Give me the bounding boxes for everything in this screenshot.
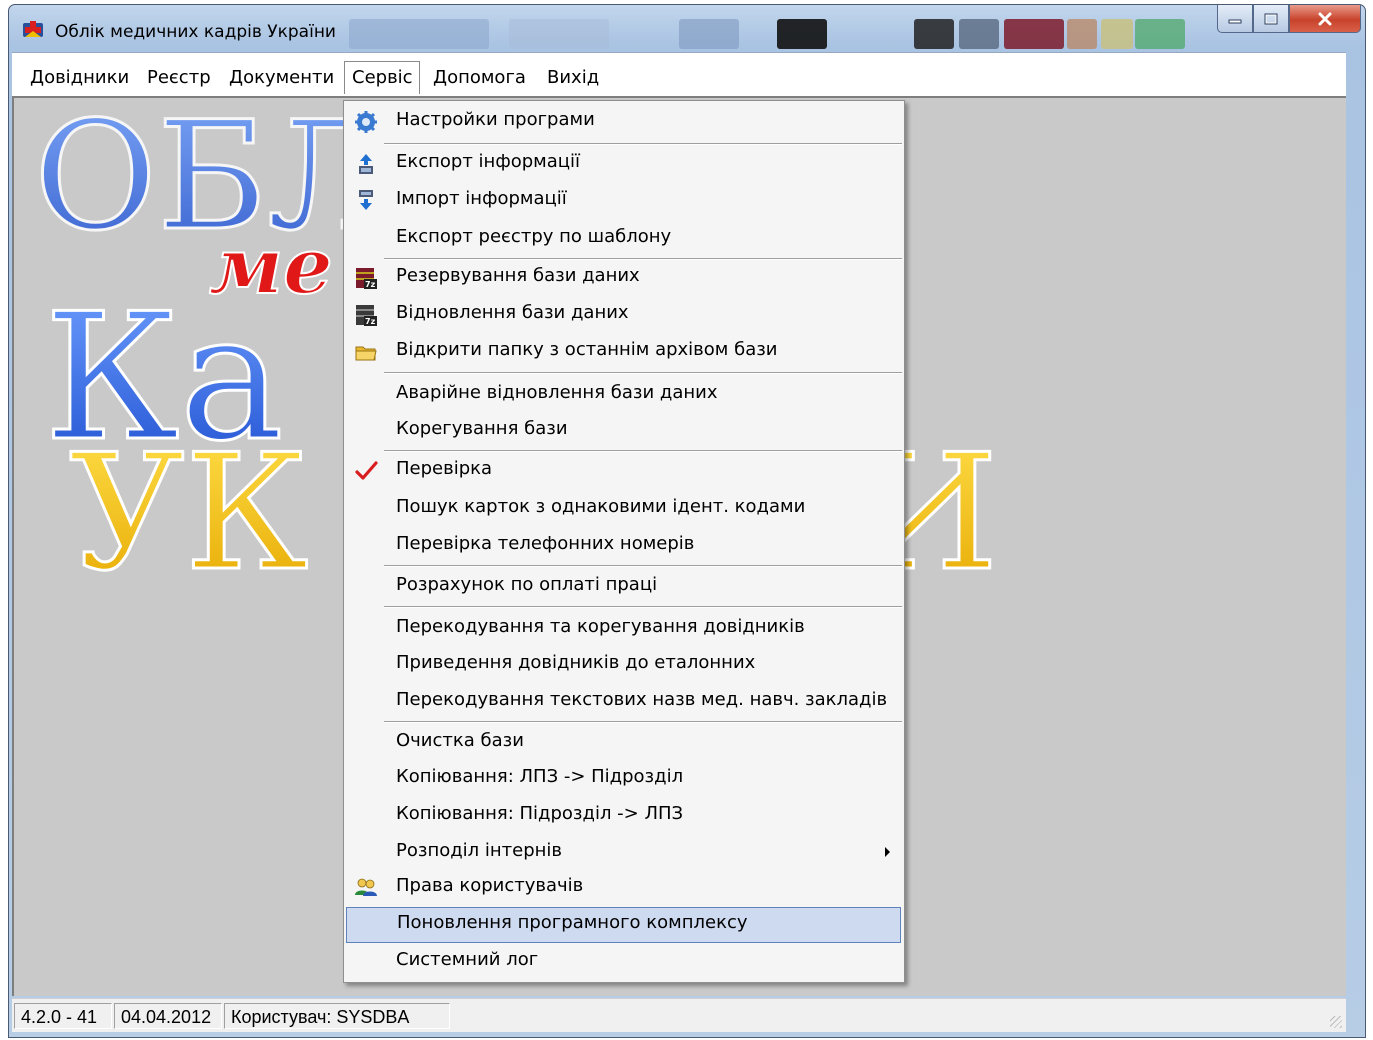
menuitem-label: Перекодування текстових назв мед. навч. … xyxy=(396,689,888,710)
status-date: 04.04.2012 xyxy=(114,1003,222,1029)
svg-text:7z: 7z xyxy=(365,280,376,289)
submenu-arrow-icon xyxy=(885,847,890,857)
menu-separator xyxy=(384,372,902,374)
menuitem-distribute-interns[interactable]: Розподіл інтернів xyxy=(344,835,904,869)
menuitem-label: Розрахунок по оплаті праці xyxy=(396,574,658,595)
logo-line-3: Ка xyxy=(44,277,284,480)
titlebar-background-blur xyxy=(509,19,609,49)
menuitem-label: Перевірка телефонних номерів xyxy=(396,533,695,554)
menuitem-restore-db[interactable]: 7z Відновлення бази даних xyxy=(344,297,904,331)
menuitem-find-duplicate-codes[interactable]: Пошук карток з однаковими ідент. кодами xyxy=(344,491,904,525)
titlebar-background-blur xyxy=(1004,19,1064,49)
minimize-icon xyxy=(1228,19,1242,23)
menu-bar: Довідники Реєстр Документи Сервіс Допомо… xyxy=(12,52,1346,96)
titlebar-background-blur xyxy=(959,19,999,49)
menuitem-label: Права користувачів xyxy=(396,875,584,896)
menuitem-label: Відновлення бази даних xyxy=(396,302,629,323)
menuitem-label: Настройки програми xyxy=(396,109,595,130)
menuitem-copy-subdivision-to-lpz[interactable]: Копіювання: Підрозділ -> ЛПЗ xyxy=(344,798,904,832)
status-bar: 4.2.0 - 41 04.04.2012 Користувач: SYSDBA xyxy=(12,998,1346,1032)
menuitem-recode-institution-names[interactable]: Перекодування текстових назв мед. навч. … xyxy=(344,684,904,718)
title-bar[interactable]: Облік медичних кадрів України xyxy=(9,5,1365,57)
menuitem-recode-directories[interactable]: Перекодування та корегування довідників xyxy=(344,611,904,645)
menuitem-label: Відкрити папку з останнім архівом бази xyxy=(396,339,778,360)
folder-icon xyxy=(355,346,377,361)
menuitem-payroll-calc[interactable]: Розрахунок по оплаті праці xyxy=(344,569,904,603)
status-user: Користувач: SYSDBA xyxy=(224,1003,450,1029)
close-icon xyxy=(1318,12,1332,25)
menuitem-correct-db[interactable]: Корегування бази xyxy=(344,413,904,447)
menuitem-label: Приведення довідників до еталонних xyxy=(396,652,756,673)
menu-separator xyxy=(384,450,902,452)
menuitem-label: Експорт реєстру по шаблону xyxy=(396,226,672,247)
titlebar-background-blur xyxy=(1101,19,1133,49)
menuitem-label: Експорт інформації xyxy=(396,151,581,172)
window-title: Облік медичних кадрів України xyxy=(55,22,336,42)
import-icon xyxy=(359,190,373,210)
menuitem-label: Пошук карток з однаковими ідент. кодами xyxy=(396,496,806,517)
menuitem-label: Поновлення програмного комплексу xyxy=(397,912,748,933)
menu-dovidnyky[interactable]: Довідники xyxy=(30,67,129,88)
users-icon xyxy=(355,878,377,896)
menuitem-copy-lpz-to-subdivision[interactable]: Копіювання: ЛПЗ -> Підрозділ xyxy=(344,761,904,795)
menuitem-user-rights[interactable]: Права користувачів xyxy=(344,870,904,904)
window-controls xyxy=(1217,5,1361,35)
titlebar-background-blur xyxy=(1067,19,1097,49)
menuitem-label: Системний лог xyxy=(396,949,539,970)
titlebar-background-blur xyxy=(914,19,954,49)
menuitem-clear-db[interactable]: Очистка бази xyxy=(344,725,904,759)
menu-separator xyxy=(384,565,902,567)
menuitem-label: Розподіл інтернів xyxy=(396,840,563,861)
titlebar-background-blur xyxy=(679,19,739,49)
menuitem-label: Перекодування та корегування довідників xyxy=(396,616,805,637)
titlebar-background-blur xyxy=(1135,19,1185,49)
menuitem-check[interactable]: Перевірка xyxy=(344,453,904,487)
resize-grip[interactable] xyxy=(1330,1016,1342,1028)
menuitem-label: Очистка бази xyxy=(396,730,524,751)
service-dropdown-menu: Настройки програми Експорт інформації Ім… xyxy=(343,100,905,983)
menuitem-backup-db[interactable]: 7z Резервування бази даних xyxy=(344,260,904,294)
svg-text:7z: 7z xyxy=(365,317,376,326)
menuitem-label: Резервування бази даних xyxy=(396,265,640,286)
menu-separator xyxy=(384,721,902,723)
checkmark-icon xyxy=(355,461,378,480)
menu-separator xyxy=(384,606,902,608)
menuitem-settings[interactable]: Настройки програми xyxy=(344,104,904,138)
titlebar-background-blur xyxy=(777,19,827,49)
close-button[interactable] xyxy=(1289,5,1361,33)
menu-dokumenty[interactable]: Документи xyxy=(229,67,334,88)
menu-dopomoha[interactable]: Допомога xyxy=(433,67,526,88)
minimize-button[interactable] xyxy=(1217,5,1253,33)
app-logo-icon xyxy=(23,21,43,37)
archive-7z-icon: 7z xyxy=(356,268,377,289)
menuitem-system-log[interactable]: Системний лог xyxy=(344,944,904,978)
menu-reiestr[interactable]: Реєстр xyxy=(147,67,211,88)
menu-separator xyxy=(384,143,902,145)
menuitem-label: Копіювання: ЛПЗ -> Підрозділ xyxy=(396,766,684,787)
menuitem-label: Корегування бази xyxy=(396,418,568,439)
menuitem-import-info[interactable]: Імпорт інформації xyxy=(344,183,904,217)
archive-7z-icon: 7z xyxy=(356,305,377,326)
menuitem-export-registry-template[interactable]: Експорт реєстру по шаблону xyxy=(344,221,904,255)
menuitem-export-info[interactable]: Експорт інформації xyxy=(344,146,904,180)
export-icon xyxy=(359,154,373,174)
status-version: 4.2.0 - 41 xyxy=(14,1003,112,1029)
menuitem-label: Копіювання: Підрозділ -> ЛПЗ xyxy=(396,803,684,824)
menuitem-normalize-directories[interactable]: Приведення довідників до еталонних xyxy=(344,647,904,681)
menu-servis[interactable]: Сервіс xyxy=(344,61,420,94)
maximize-button[interactable] xyxy=(1253,5,1289,33)
gear-icon xyxy=(355,111,377,133)
menuitem-check-phone-numbers[interactable]: Перевірка телефонних номерів xyxy=(344,528,904,562)
menu-vykhid[interactable]: Вихід xyxy=(547,67,599,88)
menuitem-open-archive-folder[interactable]: Відкрити папку з останнім архівом бази xyxy=(344,334,904,368)
menuitem-update-software[interactable]: Поновлення програмного комплексу xyxy=(346,907,901,943)
menuitem-label: Імпорт інформації xyxy=(396,188,567,209)
menuitem-label: Аварійне відновлення бази даних xyxy=(396,382,718,403)
titlebar-background-blur xyxy=(349,19,489,49)
menuitem-label: Перевірка xyxy=(396,458,493,479)
maximize-icon xyxy=(1264,13,1278,24)
menuitem-emergency-restore[interactable]: Аварійне відновлення бази даних xyxy=(344,377,904,411)
